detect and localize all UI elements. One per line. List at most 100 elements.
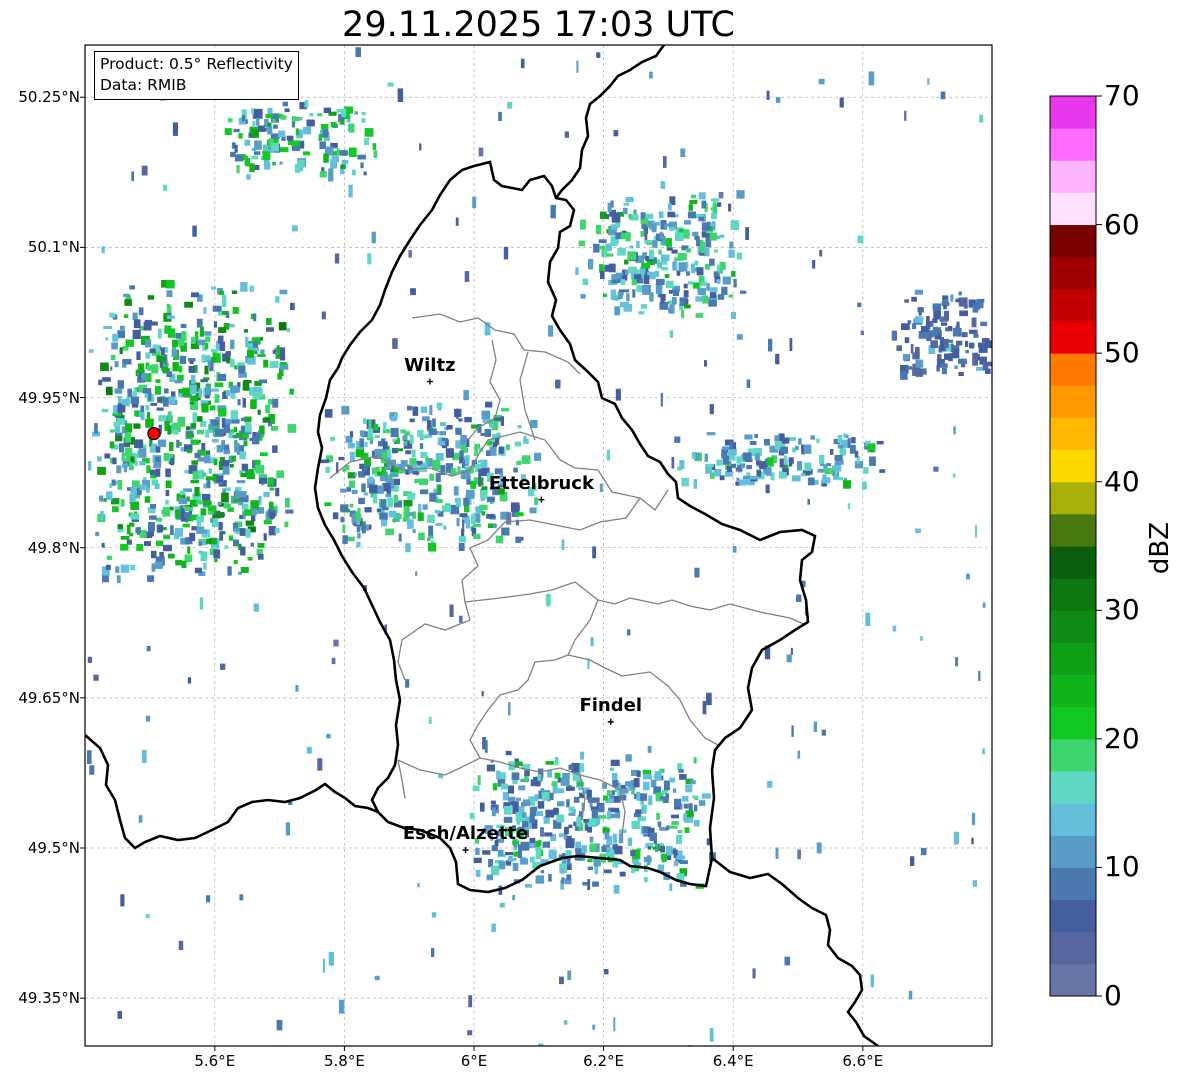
- echo-cell: [593, 243, 600, 253]
- echo-cell: [620, 279, 626, 285]
- echo-cell: [196, 318, 203, 328]
- echo-cell: [657, 821, 662, 827]
- echo-cell: [804, 462, 812, 471]
- echo-cell: [242, 382, 250, 391]
- echo-cell: [694, 804, 698, 812]
- echo-cell: [602, 293, 608, 297]
- echo-cell: [480, 490, 488, 499]
- echo-cell: [683, 813, 688, 822]
- echo-cell: [481, 511, 486, 516]
- echo-cell: [239, 451, 246, 460]
- echo-cell: [154, 385, 162, 395]
- echo-cell: [642, 285, 650, 295]
- echo-cell: [125, 423, 133, 433]
- colorbar-tick-label: 0: [1104, 979, 1122, 1012]
- echo-cell: [253, 603, 259, 612]
- echo-cell: [257, 354, 266, 357]
- echo-cell: [534, 452, 542, 461]
- echo-cell: [839, 97, 844, 108]
- echo-cell: [210, 518, 214, 523]
- echo-cell: [196, 416, 203, 422]
- echo-cell: [292, 146, 301, 151]
- echo-cell: [701, 793, 711, 799]
- echo-cell: [942, 295, 948, 300]
- colorbar-tick-label: 40: [1104, 464, 1140, 498]
- echo-cell: [150, 402, 158, 406]
- echo-cell: [297, 159, 305, 168]
- echo-cell: [145, 405, 150, 411]
- echo-cell: [746, 465, 752, 470]
- echo-cell: [233, 426, 237, 433]
- echo-cell: [907, 320, 912, 324]
- echo-cell: [749, 440, 757, 446]
- echo-cell: [166, 371, 173, 377]
- echo-cell: [679, 774, 687, 780]
- echo-cell: [145, 914, 150, 919]
- echo-cell: [129, 285, 135, 290]
- echo-cell: [202, 472, 207, 477]
- echo-cell: [507, 857, 517, 861]
- echo-cell: [709, 222, 716, 227]
- echo-cell: [740, 290, 747, 294]
- echo-cell: [790, 647, 793, 655]
- echo-cell: [404, 441, 408, 446]
- lat-tick-label: 49.5°N: [27, 839, 80, 857]
- echo-cell: [212, 305, 222, 312]
- echo-cell: [601, 845, 607, 853]
- echo-cell: [638, 311, 645, 315]
- echo-cell: [355, 449, 365, 458]
- echo-cell: [190, 479, 199, 484]
- echo-cell: [113, 421, 120, 427]
- echo-cell: [696, 267, 704, 276]
- echo-cell: [263, 520, 272, 525]
- echo-cell: [236, 165, 240, 174]
- echo-cell: [93, 674, 99, 681]
- echo-cell: [690, 263, 695, 273]
- echo-cell: [555, 379, 561, 389]
- echo-cell: [542, 841, 551, 848]
- echo-cell: [965, 340, 969, 347]
- echo-cell: [599, 483, 603, 493]
- echo-cell: [676, 855, 686, 860]
- echo-cell: [251, 155, 258, 160]
- echo-cell: [354, 111, 358, 115]
- echo-cell: [138, 815, 143, 823]
- echo-cell: [665, 793, 670, 797]
- echo-cell: [473, 857, 482, 864]
- echo-cell: [677, 837, 681, 842]
- echo-cell: [737, 464, 741, 470]
- echo-cell: [144, 496, 151, 503]
- radar-map[interactable]: [0, 0, 1184, 1081]
- echo-cell: [375, 466, 380, 472]
- echo-cell: [545, 761, 555, 765]
- echo-cell: [709, 287, 718, 293]
- echo-cell: [582, 278, 589, 285]
- echo-cell: [190, 375, 196, 384]
- echo-cell: [613, 130, 619, 137]
- echo-cell: [658, 249, 662, 255]
- echo-cell: [508, 702, 511, 716]
- echo-cell: [278, 130, 286, 138]
- echo-cell: [100, 362, 109, 372]
- echo-cell: [116, 465, 122, 474]
- echo-cell: [115, 435, 123, 441]
- echo-cell: [658, 211, 664, 219]
- colorbar-segment: [1050, 835, 1096, 868]
- echo-cell: [695, 313, 704, 318]
- echo-cell: [166, 305, 172, 313]
- echo-cell: [535, 875, 545, 884]
- echo-cell: [499, 772, 506, 779]
- echo-cell: [207, 360, 211, 368]
- echo-cell: [437, 484, 441, 495]
- echo-cell: [862, 481, 867, 490]
- echo-cell: [966, 573, 970, 580]
- echo-cell: [240, 417, 247, 422]
- echo-cell: [260, 349, 265, 355]
- echo-cell: [385, 528, 394, 536]
- echo-cell: [660, 254, 670, 262]
- echo-cell: [683, 283, 688, 289]
- radar-site-marker[interactable]: [147, 426, 161, 441]
- echo-cell: [610, 813, 615, 819]
- echo-cell: [540, 827, 544, 837]
- echo-cell: [220, 663, 226, 670]
